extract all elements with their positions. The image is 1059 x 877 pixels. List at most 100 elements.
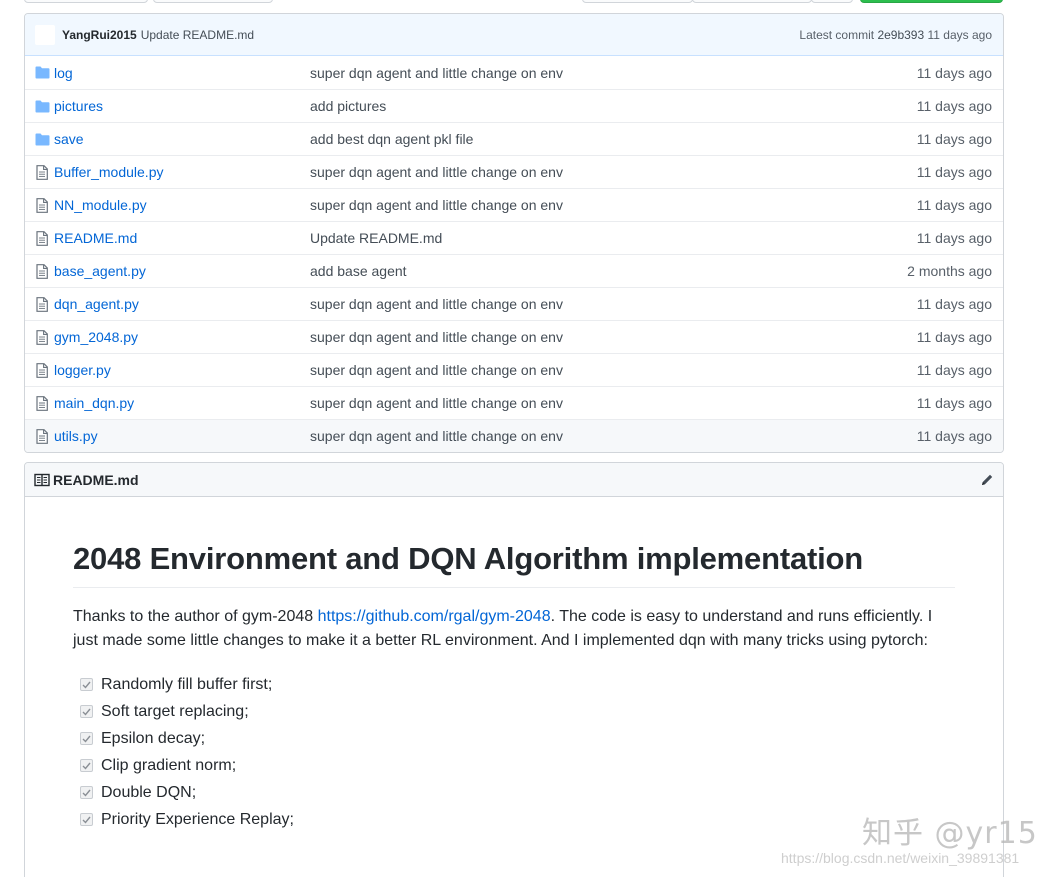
file-row[interactable]: dqn_agent.py super dqn agent and little c… (25, 287, 1003, 320)
branch-button[interactable] (24, 0, 148, 3)
file-age: 11 days ago (916, 197, 992, 213)
file-row[interactable]: NN_module.py super dqn agent and little c… (25, 188, 1003, 221)
file-icon (34, 428, 50, 444)
book-icon (34, 473, 50, 487)
readme-panel: README.md 2048 Environment and DQN Algor… (24, 462, 1004, 877)
file-commit-message[interactable]: super dqn agent and little change on env (310, 395, 917, 411)
file-name-link[interactable]: logger.py (54, 362, 310, 378)
task-checkbox-icon (80, 678, 93, 691)
file-commit-message[interactable]: add pictures (310, 98, 917, 114)
file-age: 11 days ago (916, 296, 992, 312)
task-label: Clip gradient norm; (101, 756, 237, 774)
file-age: 11 days ago (916, 329, 992, 345)
readme-header: README.md (25, 463, 1003, 497)
file-age: 11 days ago (916, 98, 992, 114)
file-commit-message[interactable]: super dqn agent and little change on env (310, 164, 917, 180)
file-row[interactable]: logger.py super dqn agent and little chan… (25, 353, 1003, 386)
file-icon (34, 362, 50, 378)
readme-content: 2048 Environment and DQN Algorithm imple… (25, 539, 1003, 833)
gym-2048-link[interactable]: https://github.com/rgal/gym-2048 (318, 608, 551, 625)
task-checkbox-icon (80, 732, 93, 745)
file-row[interactable]: base_agent.py add base agent 2 months ago (25, 254, 1003, 287)
task-checkbox-icon (80, 705, 93, 718)
task-item: Epsilon decay; (73, 725, 955, 752)
task-list: Randomly fill buffer first; Soft target r… (73, 671, 955, 833)
file-name-link[interactable]: README.md (54, 230, 310, 246)
create-file-button[interactable] (582, 0, 693, 3)
task-item: Priority Experience Replay; (73, 806, 955, 833)
file-icon (34, 263, 50, 279)
file-icon (34, 230, 50, 246)
new-pull-request-button[interactable] (153, 0, 273, 3)
file-row[interactable]: log super dqn agent and little change on … (25, 56, 1003, 89)
task-item: Randomly fill buffer first; (73, 671, 955, 698)
folder-icon (34, 131, 50, 147)
file-commit-message[interactable]: super dqn agent and little change on env (310, 362, 917, 378)
task-label: Priority Experience Replay; (101, 810, 294, 828)
file-row[interactable]: utils.py super dqn agent and little chang… (25, 419, 1003, 452)
latest-commit-label: Latest commit (799, 27, 875, 42)
file-name-link[interactable]: gym_2048.py (54, 329, 310, 345)
file-commit-message[interactable]: add best dqn agent pkl file (310, 131, 917, 147)
folder-icon (34, 65, 50, 81)
latest-commit-bar: YangRui2015 Update README.md Latest comm… (25, 14, 1003, 56)
file-age: 11 days ago (916, 64, 992, 81)
file-commit-message[interactable]: super dqn agent and little change on env (310, 296, 917, 312)
task-label: Randomly fill buffer first; (101, 675, 273, 693)
commit-age: 11 days ago (927, 27, 993, 42)
file-icon (34, 164, 50, 180)
file-commit-message[interactable]: super dqn agent and little change on env (310, 329, 917, 345)
file-age: 2 months ago (907, 263, 992, 279)
file-list: log super dqn agent and little change on … (25, 56, 1003, 452)
file-icon (34, 197, 50, 213)
commit-sha[interactable]: 2e9b393 (877, 28, 924, 42)
pencil-icon[interactable] (980, 473, 994, 487)
task-checkbox-icon (80, 759, 93, 772)
task-item: Soft target replacing; (73, 698, 955, 725)
file-row[interactable]: README.md Update README.md 11 days ago (25, 221, 1003, 254)
file-icon (34, 395, 50, 411)
clone-download-button[interactable] (860, 0, 1003, 3)
task-checkbox-icon (80, 786, 93, 799)
file-name-link[interactable]: NN_module.py (54, 197, 310, 213)
file-commit-message[interactable]: add base agent (310, 263, 907, 279)
task-item: Clip gradient norm; (73, 752, 955, 779)
file-name-link[interactable]: base_agent.py (54, 263, 310, 279)
task-label: Epsilon decay; (101, 729, 206, 747)
file-commit-message[interactable]: Update README.md (310, 230, 917, 246)
intro-text-before: Thanks to the author of gym-2048 (73, 608, 318, 625)
upload-files-button[interactable] (692, 0, 812, 3)
file-name-link[interactable]: main_dqn.py (54, 395, 310, 411)
file-name-link[interactable]: Buffer_module.py (54, 164, 310, 180)
folder-icon (34, 98, 50, 114)
find-file-button[interactable] (811, 0, 853, 3)
commit-author[interactable]: YangRui2015 (62, 28, 137, 42)
commit-message[interactable]: Update README.md (141, 28, 254, 42)
readme-filename: README.md (53, 471, 139, 488)
readme-title: 2048 Environment and DQN Algorithm imple… (73, 539, 955, 588)
file-row[interactable]: main_dqn.py super dqn agent and little ch… (25, 386, 1003, 419)
file-age: 11 days ago (916, 131, 992, 147)
file-row[interactable]: Buffer_module.py super dqn agent and litt… (25, 155, 1003, 188)
file-commit-message[interactable]: super dqn agent and little change on env (310, 428, 917, 444)
file-age: 11 days ago (916, 428, 992, 444)
file-name-link[interactable]: utils.py (54, 428, 310, 444)
file-name-link[interactable]: save (54, 131, 310, 147)
file-name-link[interactable]: dqn_agent.py (54, 296, 310, 312)
file-name-link[interactable]: pictures (54, 98, 310, 114)
csdn-watermark: https://blog.csdn.net/weixin_39891381 (781, 850, 1020, 866)
file-commit-message[interactable]: super dqn agent and little change on env (310, 65, 917, 81)
task-label: Double DQN; (101, 783, 197, 801)
file-row[interactable]: pictures add pictures 11 days ago (25, 89, 1003, 122)
readme-intro: Thanks to the author of gym-2048 https:/… (73, 605, 955, 653)
file-icon (34, 329, 50, 345)
file-row[interactable]: save add best dqn agent pkl file 11 days a… (25, 122, 1003, 155)
avatar[interactable] (35, 24, 55, 45)
latest-commit-info: Latest commit 2e9b393 11 days ago (799, 28, 992, 42)
task-item: Double DQN; (73, 779, 955, 806)
file-age: 11 days ago (916, 164, 992, 180)
file-row[interactable]: gym_2048.py super dqn agent and little ch… (25, 320, 1003, 353)
file-name-link[interactable]: log (54, 65, 310, 81)
file-commit-message[interactable]: super dqn agent and little change on env (310, 197, 917, 213)
file-age: 11 days ago (916, 395, 992, 411)
